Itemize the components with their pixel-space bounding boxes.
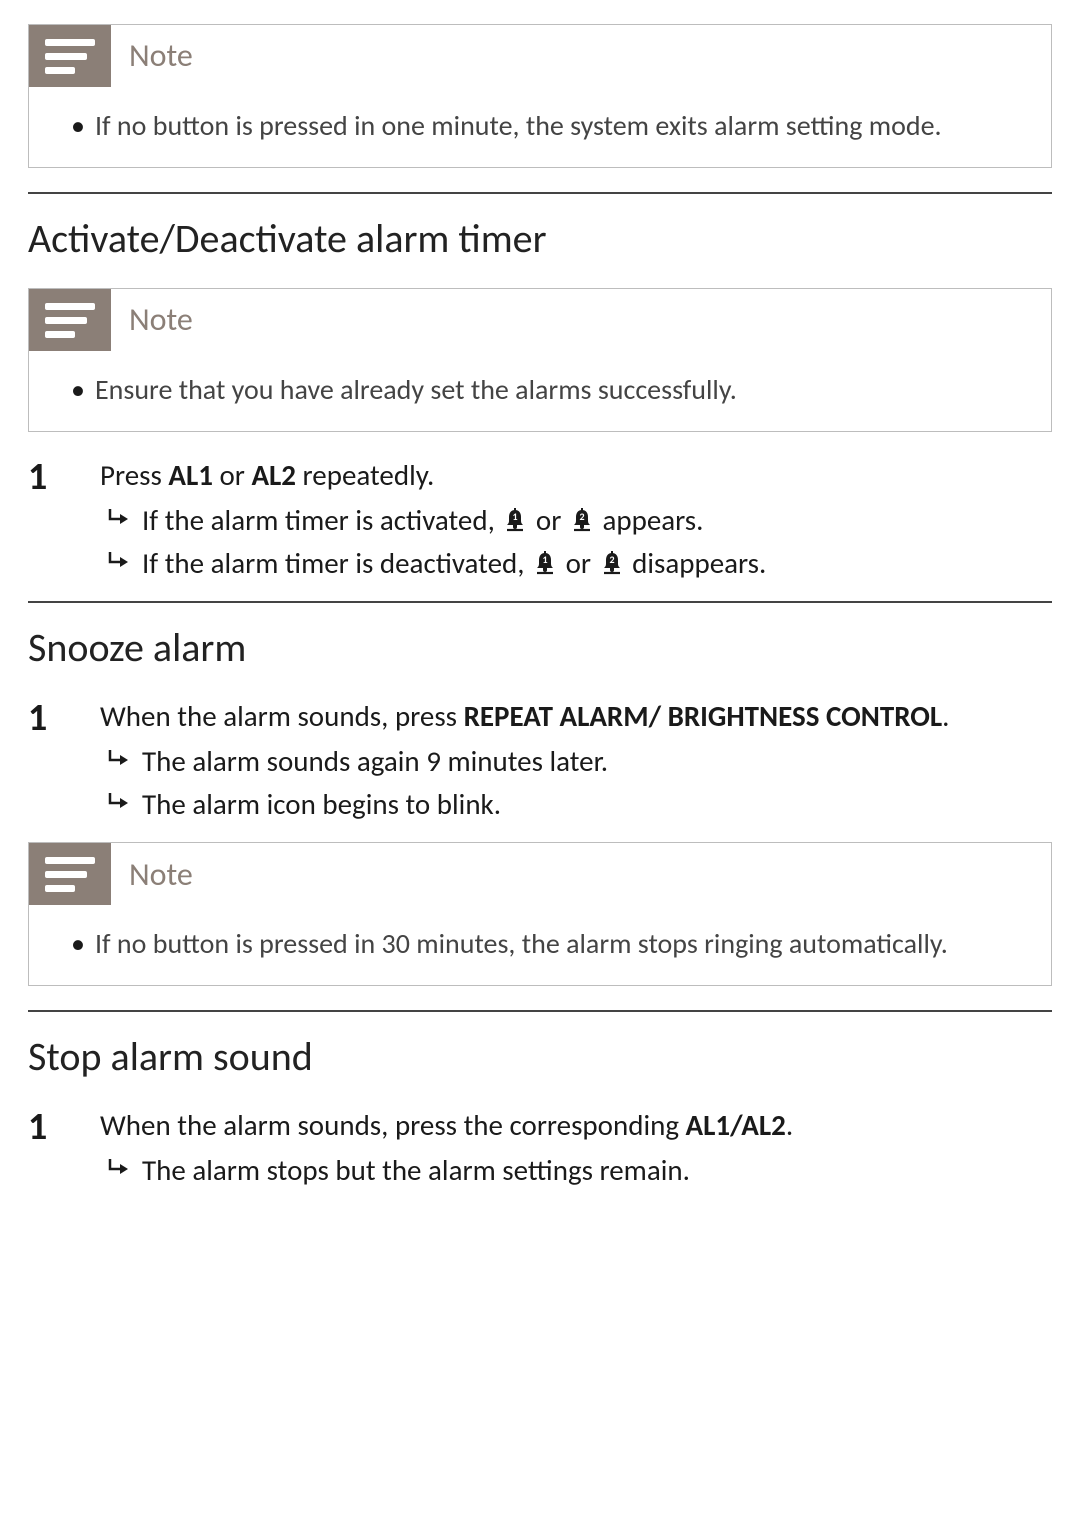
result-arrow-icon xyxy=(100,1151,138,1177)
result-line: The alarm sounds again 9 minutes later. xyxy=(100,742,1052,781)
text: or xyxy=(566,545,598,581)
svg-text:2: 2 xyxy=(579,510,584,523)
section-title: Stop alarm sound xyxy=(28,1030,1052,1084)
text: repeatedly. xyxy=(296,457,434,493)
section-title: Activate/Deactivate alarm timer xyxy=(28,212,1052,266)
bell-1-icon: 1 xyxy=(533,550,557,576)
svg-text:2: 2 xyxy=(609,553,614,566)
note-box: Note If no button is pressed in one minu… xyxy=(28,24,1052,168)
result-text: The alarm icon begins to blink. xyxy=(138,785,1052,824)
svg-text:1: 1 xyxy=(513,510,518,523)
note-header: Note xyxy=(29,843,1051,905)
text-strong: AL1 xyxy=(168,457,213,493)
step: 1 When the alarm sounds, press the corre… xyxy=(28,1106,1052,1190)
step-body: When the alarm sounds, press the corresp… xyxy=(100,1106,1052,1190)
note-label: Note xyxy=(111,843,193,905)
note-header: Note xyxy=(29,289,1051,351)
result-text: The alarm sounds again 9 minutes later. xyxy=(138,742,1052,781)
note-label: Note xyxy=(111,289,193,351)
text: . xyxy=(942,698,949,734)
bell-1-icon: 1 xyxy=(503,507,527,533)
result-line: The alarm icon begins to blink. xyxy=(100,785,1052,824)
step-text: Press AL1 or AL2 repeatedly. xyxy=(100,456,1052,495)
step-text: When the alarm sounds, press REPEAT ALAR… xyxy=(100,697,1052,736)
result-line: If the alarm timer is deactivated, 1 or … xyxy=(100,544,1052,583)
bell-2-icon: 2 xyxy=(600,550,624,576)
note-box: Note Ensure that you have already set th… xyxy=(28,288,1052,432)
result-arrow-icon xyxy=(100,742,138,768)
text: Press xyxy=(100,457,168,493)
text-strong: AL1/AL2 xyxy=(686,1107,786,1143)
text: or xyxy=(536,502,568,538)
note-item: If no button is pressed in one minute, t… xyxy=(71,107,1025,145)
step-number: 1 xyxy=(28,697,100,824)
result-text: The alarm stops but the alarm settings r… xyxy=(138,1151,1052,1190)
step-body: When the alarm sounds, press REPEAT ALAR… xyxy=(100,697,1052,824)
result-arrow-icon xyxy=(100,501,138,527)
divider xyxy=(28,601,1052,603)
result-line: The alarm stops but the alarm settings r… xyxy=(100,1151,1052,1190)
bell-2-icon: 2 xyxy=(570,507,594,533)
step-text: When the alarm sounds, press the corresp… xyxy=(100,1106,1052,1145)
result-arrow-icon xyxy=(100,785,138,811)
note-header: Note xyxy=(29,25,1051,87)
text: appears. xyxy=(602,502,703,538)
divider xyxy=(28,192,1052,194)
step-body: Press AL1 or AL2 repeatedly. If the alar… xyxy=(100,456,1052,583)
text: If the alarm timer is deactivated, xyxy=(142,545,531,581)
text: If the alarm timer is activated, xyxy=(142,502,501,538)
divider xyxy=(28,1010,1052,1012)
section-title: Snooze alarm xyxy=(28,621,1052,675)
text: disappears. xyxy=(632,545,766,581)
result-line: If the alarm timer is activated, 1 or 2 … xyxy=(100,501,1052,540)
text: When the alarm sounds, press xyxy=(100,698,464,734)
result-arrow-icon xyxy=(100,544,138,570)
note-lines-icon xyxy=(29,843,111,905)
note-label: Note xyxy=(111,25,193,87)
step: 1 When the alarm sounds, press REPEAT AL… xyxy=(28,697,1052,824)
step: 1 Press AL1 or AL2 repeatedly. If the al… xyxy=(28,456,1052,583)
result-text: If the alarm timer is deactivated, 1 or … xyxy=(138,544,1052,583)
note-body: Ensure that you have already set the ala… xyxy=(29,351,1051,431)
text: When the alarm sounds, press the corresp… xyxy=(100,1107,686,1143)
note-lines-icon xyxy=(29,25,111,87)
note-item: If no button is pressed in 30 minutes, t… xyxy=(71,925,1025,963)
note-lines-icon xyxy=(29,289,111,351)
step-number: 1 xyxy=(28,1106,100,1190)
note-item: Ensure that you have already set the ala… xyxy=(71,371,1025,409)
text: or xyxy=(213,457,252,493)
svg-text:1: 1 xyxy=(542,553,547,566)
result-text: If the alarm timer is activated, 1 or 2 … xyxy=(138,501,1052,540)
step-number: 1 xyxy=(28,456,100,583)
text-strong: AL2 xyxy=(251,457,296,493)
text-strong: REPEAT ALARM/ BRIGHTNESS CONTROL xyxy=(464,698,943,734)
text: . xyxy=(786,1107,793,1143)
note-body: If no button is pressed in one minute, t… xyxy=(29,87,1051,167)
note-body: If no button is pressed in 30 minutes, t… xyxy=(29,905,1051,985)
note-box: Note If no button is pressed in 30 minut… xyxy=(28,842,1052,986)
